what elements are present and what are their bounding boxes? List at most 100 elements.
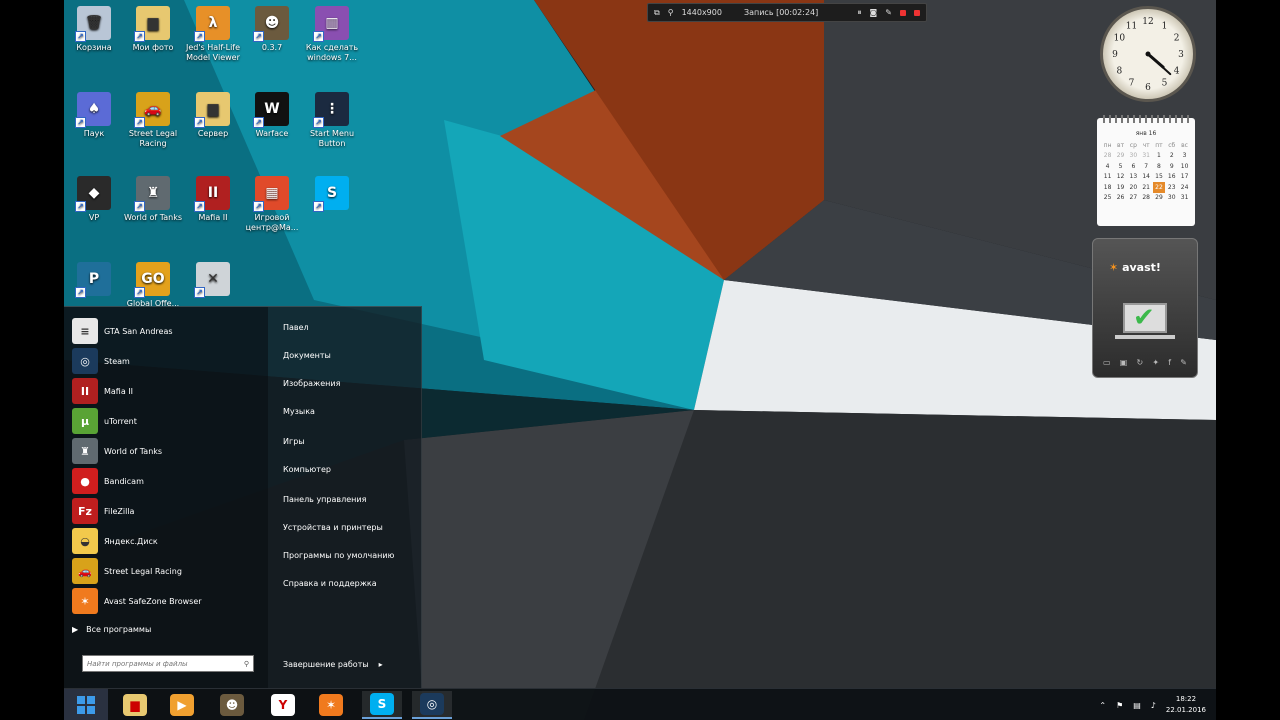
chevron-up-icon[interactable]: ⌃ [1099,701,1106,710]
start-menu-program[interactable]: ● Bandicam [72,467,268,495]
calendar-day[interactable]: 26 [1114,193,1127,204]
calendar-gadget[interactable]: янв 16 пн вт ср чт пт сб вс 28 29 30 31 1 2 3 4 5 6 7 8 9 1… [1097,115,1195,226]
calendar-day[interactable]: 11 [1101,172,1114,183]
facebook-icon[interactable]: f [1168,358,1171,367]
start-menu-link[interactable]: Справка и поддержка [283,579,377,588]
camera-icon[interactable]: ◙ [870,8,878,17]
calendar-day[interactable]: 31 [1140,151,1153,162]
calendar-day[interactable]: 8 [1153,161,1166,172]
taskbar-app[interactable]: ◎ [412,691,452,719]
zoom-icon[interactable]: ⚲ [668,8,674,17]
desktop-icon[interactable]: ♜ ↗ World of Tanks [123,176,183,223]
start-menu-program[interactable]: ✶ Avast SafeZone Browser [72,587,268,615]
window-icon[interactable]: ▭ [1103,358,1111,367]
start-menu-program[interactable]: Fz FileZilla [72,497,268,525]
calendar-day[interactable]: 6 [1127,161,1140,172]
calendar-day[interactable]: 28 [1140,193,1153,204]
settings-icon[interactable]: ✎ [1180,358,1187,367]
calendar-day[interactable]: 16 [1165,172,1178,183]
calendar-day[interactable]: 31 [1178,193,1191,204]
calendar-day[interactable]: 13 [1127,172,1140,183]
desktop-icon[interactable]: ✕ ↗ [183,262,243,299]
start-menu-program[interactable]: II Mafia II [72,377,268,405]
shutdown-button[interactable]: Завершение работы ▸ [283,660,383,669]
start-menu-program[interactable]: ◒ Яндекс.Диск [72,527,268,555]
desktop-icon[interactable]: ♠ ↗ Паук [64,92,124,139]
desktop-icon[interactable]: λ ↗ Jed's Half-Life Model Viewer [183,6,243,63]
calendar-day[interactable]: 17 [1178,172,1191,183]
taskbar-app[interactable]: S [362,691,402,719]
calendar-day[interactable]: 22 [1152,182,1166,193]
calendar-day[interactable]: 12 [1114,172,1127,183]
desktop-icon[interactable]: S ↗ [302,176,362,213]
start-menu-link[interactable]: Музыка [283,407,315,416]
taskbar-app[interactable]: ✶ [311,691,351,719]
calendar-day[interactable]: 18 [1101,182,1114,193]
flag-icon[interactable]: ⚑ [1116,701,1123,710]
calendar-day[interactable]: 29 [1114,151,1127,162]
tray-clock[interactable]: 18:22 22.01.2016 [1166,694,1206,716]
calendar-day[interactable]: 30 [1127,151,1140,162]
recorder-bar[interactable]: ⧉ ⚲ 1440x900 Запись [00:02:24] ⏸ ◙ ✎ [647,3,927,22]
start-menu-program[interactable]: µ uTorrent [72,407,268,435]
calendar-day[interactable]: 19 [1114,182,1127,193]
calendar-day[interactable]: 27 [1127,193,1140,204]
start-menu-link[interactable]: Устройства и принтеры [283,523,383,532]
start-menu-program[interactable]: ◎ Steam [72,347,268,375]
search-input[interactable] [87,659,227,668]
calendar-day[interactable]: 10 [1178,161,1191,172]
volume-icon[interactable]: ♪ [1151,701,1156,710]
calendar-day[interactable]: 7 [1140,161,1153,172]
twitter-icon[interactable]: ✦ [1152,358,1159,367]
start-menu-link[interactable]: Павел [283,323,309,332]
taskbar-app[interactable]: ▶ [162,691,202,719]
network-icon[interactable]: ▤ [1133,701,1141,710]
calendar-day[interactable]: 1 [1153,151,1166,162]
calendar-day[interactable]: 4 [1101,161,1114,172]
desktop-icon[interactable]: W ↗ Warface [242,92,302,139]
desktop-icon[interactable]: ▆ ↗ Мои фото [123,6,183,53]
start-menu-program[interactable]: ≡ GTA San Andreas [72,317,268,345]
taskbar-app[interactable]: ▆ [115,691,155,719]
pause-icon[interactable]: ⏸ [858,8,862,18]
desktop-icon[interactable]: ▆ ↗ Сервер [183,92,243,139]
calendar-day[interactable]: 9 [1165,161,1178,172]
search-icon[interactable]: ⚲ [244,660,249,668]
desktop-icon[interactable]: 🗑 ↗ Корзина [64,6,124,53]
desktop-icon[interactable]: ☻ ↗ 0.3.7 [242,6,302,53]
desktop-icon[interactable]: ⋮ ↗ Start Menu Button [302,92,362,149]
screen-icon[interactable]: ⧉ [654,8,660,18]
search-box[interactable]: ⚲ [82,655,254,672]
refresh-icon[interactable]: ↻ [1137,358,1144,367]
start-menu-link[interactable]: Панель управления [283,495,366,504]
calendar-day[interactable]: 20 [1127,182,1140,193]
calendar-day[interactable]: 29 [1153,193,1166,204]
calendar-day[interactable]: 2 [1165,151,1178,162]
calendar-day[interactable]: 14 [1140,172,1153,183]
calendar-day[interactable]: 24 [1178,182,1191,193]
start-menu-link[interactable]: Изображения [283,379,340,388]
record-icon[interactable] [914,9,920,16]
start-menu-link[interactable]: Игры [283,437,305,446]
calendar-day[interactable]: 5 [1114,161,1127,172]
desktop-icon[interactable]: II ↗ Mafia II [183,176,243,223]
clock-gadget[interactable]: 1 2 3 4 5 6 7 8 9 10 11 12 [1100,6,1196,102]
all-programs-button[interactable]: ▶ Все программы [72,625,151,634]
calendar-day[interactable]: 28 [1101,151,1114,162]
calendar-day[interactable]: 30 [1165,193,1178,204]
desktop-icon[interactable]: ◆ ↗ VP [64,176,124,223]
taskbar-app[interactable]: Y [263,691,303,719]
start-menu-link[interactable]: Программы по умолчанию [283,551,394,560]
avast-gadget[interactable]: ✶ avast! ✔ ▭ ▣ ↻ ✦ f ✎ [1092,238,1198,378]
desktop-icon[interactable]: GO ↗ Global Offe... [123,262,183,309]
desktop-icon[interactable]: ▦ ↗ Игровой центр@Ma... [242,176,302,233]
taskbar-app[interactable]: ☻ [212,691,252,719]
desktop-icon[interactable]: ▥ ↗ Как сделать windows 7... [302,6,362,63]
start-menu-link[interactable]: Документы [283,351,331,360]
calendar-day[interactable]: 21 [1140,182,1153,193]
pencil-icon[interactable]: ✎ [885,8,892,17]
stop-icon[interactable] [900,9,906,16]
start-menu-program[interactable]: ♜ World of Tanks [72,437,268,465]
arrow-right-icon[interactable]: ▸ [379,660,383,669]
calendar-day[interactable]: 23 [1165,182,1178,193]
